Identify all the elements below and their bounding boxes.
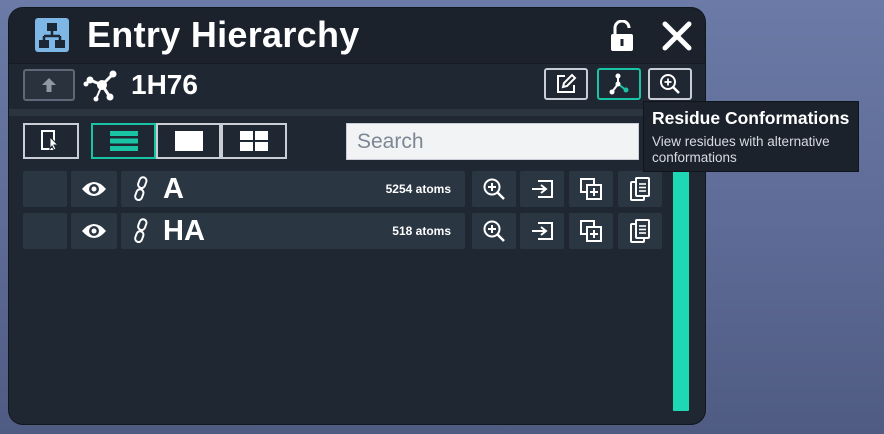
- visibility-toggle[interactable]: [71, 213, 117, 249]
- eye-icon: [82, 182, 106, 196]
- atom-count: 518 atoms: [392, 224, 451, 238]
- chain-name: HA: [163, 215, 205, 247]
- entry-toolbar: 1H76: [9, 65, 705, 109]
- eye-icon: [82, 224, 106, 238]
- single-view-button[interactable]: [156, 123, 221, 159]
- select-pointer-icon: [41, 130, 60, 151]
- edit-icon: [557, 73, 577, 93]
- chain-color-swatch: [23, 213, 67, 249]
- entry-hierarchy-panel: Entry Hierarchy 1H76 Search A 5254 atoms…: [9, 8, 705, 424]
- select-mode-button[interactable]: [23, 123, 79, 159]
- search-input[interactable]: [346, 123, 639, 160]
- tooltip-description: View residues with alternative conformat…: [652, 134, 830, 165]
- zoom-chain-button[interactable]: [472, 213, 516, 249]
- chain-link-icon: [134, 176, 148, 202]
- grid-view-button[interactable]: [221, 123, 287, 159]
- chain-info[interactable]: HA 518 atoms: [121, 213, 465, 249]
- arrow-up-icon: [42, 78, 56, 92]
- zoom-icon: [660, 74, 680, 94]
- title-bar: Entry Hierarchy: [9, 8, 705, 64]
- hierarchy-icon: [35, 18, 69, 52]
- move-icon: [532, 222, 553, 240]
- molecule-icon: [83, 70, 117, 102]
- chain-name: A: [163, 173, 184, 205]
- list-view-icon: [109, 131, 138, 151]
- single-view-icon: [174, 131, 203, 151]
- copy-icon: [630, 219, 650, 243]
- copy-icon: [630, 177, 650, 201]
- list-view-button[interactable]: [91, 123, 156, 159]
- add-copy-button[interactable]: [569, 171, 613, 207]
- chain-row[interactable]: HA 518 atoms: [9, 213, 705, 249]
- visibility-toggle[interactable]: [71, 171, 117, 207]
- entry-id: 1H76: [131, 69, 198, 100]
- add-copy-icon: [580, 220, 602, 242]
- edit-button[interactable]: [544, 68, 588, 100]
- divider-bar: [9, 109, 705, 116]
- chain-row[interactable]: A 5254 atoms: [9, 171, 705, 207]
- window-title: Entry Hierarchy: [87, 14, 360, 55]
- grid-view-icon: [240, 131, 268, 151]
- add-copy-icon: [580, 178, 602, 200]
- up-button[interactable]: [23, 69, 75, 101]
- zoom-entry-button[interactable]: [648, 68, 692, 100]
- chain-info[interactable]: A 5254 atoms: [121, 171, 465, 207]
- divider-bar-fill: [9, 109, 650, 116]
- move-to-entry-button[interactable]: [520, 171, 564, 207]
- chain-link-icon: [134, 218, 148, 244]
- residue-conformations-button[interactable]: [597, 68, 641, 100]
- atom-count: 5254 atoms: [385, 182, 451, 196]
- add-copy-button[interactable]: [569, 213, 613, 249]
- chain-color-swatch: [23, 171, 67, 207]
- scrollbar[interactable]: [673, 169, 689, 411]
- move-icon: [532, 180, 553, 198]
- close-icon[interactable]: [661, 20, 693, 52]
- copy-button[interactable]: [618, 213, 662, 249]
- zoom-icon: [483, 178, 505, 200]
- tooltip: Residue Conformations View residues with…: [643, 101, 859, 172]
- tooltip-title: Residue Conformations: [652, 108, 850, 128]
- copy-button[interactable]: [618, 171, 662, 207]
- zoom-icon: [483, 220, 505, 242]
- zoom-chain-button[interactable]: [472, 171, 516, 207]
- conformations-icon: [609, 73, 629, 95]
- unlock-icon[interactable]: [609, 20, 635, 52]
- move-to-entry-button[interactable]: [520, 213, 564, 249]
